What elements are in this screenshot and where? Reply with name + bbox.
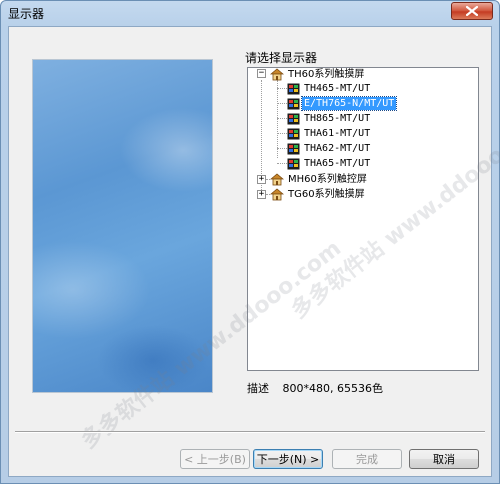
- expand-toggle[interactable]: +: [257, 190, 266, 199]
- tree-label: 请选择显示器: [245, 51, 318, 65]
- tree-item[interactable]: TH865-MT/UT: [287, 111, 372, 126]
- hmi-device-icon: [287, 83, 300, 94]
- close-icon: [466, 6, 478, 16]
- tree-group-label: TG60系列触摸屏: [288, 189, 365, 200]
- folder-home-icon: [270, 68, 284, 81]
- folder-home-icon: [270, 188, 284, 201]
- folder-home-icon: [270, 173, 284, 186]
- cancel-button[interactable]: 取消: [409, 449, 479, 469]
- finish-button[interactable]: 完成: [332, 449, 402, 469]
- window-title: 显示器: [8, 7, 45, 21]
- hmi-device-icon: [287, 128, 300, 139]
- tree-group-th60[interactable]: TH60系列触摸屏: [270, 67, 366, 82]
- close-button[interactable]: [451, 2, 493, 20]
- tree-group-label: MH60系列触控屏: [288, 174, 367, 185]
- description-label: 描述: [247, 382, 269, 395]
- hmi-device-icon: [287, 143, 300, 154]
- tree-group-mh60[interactable]: MH60系列触控屏: [270, 172, 369, 187]
- tree-item[interactable]: TH465-MT/UT: [287, 81, 372, 96]
- wizard-side-image: [32, 59, 213, 393]
- display-tree[interactable]: − TH60系列触摸屏 TH465-MT/UT E/TH765-N/MT/UT …: [247, 67, 479, 371]
- tree-item[interactable]: THA61-MT/UT: [287, 126, 372, 141]
- back-button[interactable]: < 上一步(B): [180, 449, 250, 469]
- description-value: 800*480, 65536色: [282, 382, 383, 395]
- button-separator: [15, 431, 485, 433]
- tree-item[interactable]: THA62-MT/UT: [287, 141, 372, 156]
- tree-item[interactable]: THA65-MT/UT: [287, 156, 372, 171]
- collapse-toggle[interactable]: −: [257, 69, 266, 78]
- tree-group-tg60[interactable]: TG60系列触摸屏: [270, 187, 367, 202]
- tree-group-label: TH60系列触摸屏: [288, 69, 365, 80]
- expand-toggle[interactable]: +: [257, 175, 266, 184]
- title-bar[interactable]: 显示器: [1, 1, 499, 25]
- hmi-device-icon: [287, 98, 300, 109]
- next-button[interactable]: 下一步(N) >: [253, 449, 323, 469]
- description-line: 描述 800*480, 65536色: [247, 380, 383, 396]
- hmi-device-icon: [287, 113, 300, 124]
- tree-item-selected[interactable]: E/TH765-N/MT/UT: [287, 96, 398, 111]
- wizard-window: 显示器 请选择显示器 − TH60系列触摸屏 TH465-MT/UT E/TH7…: [0, 0, 500, 484]
- wizard-client-area: 请选择显示器 − TH60系列触摸屏 TH465-MT/UT E/TH765-N…: [8, 26, 500, 477]
- hmi-device-icon: [287, 158, 300, 169]
